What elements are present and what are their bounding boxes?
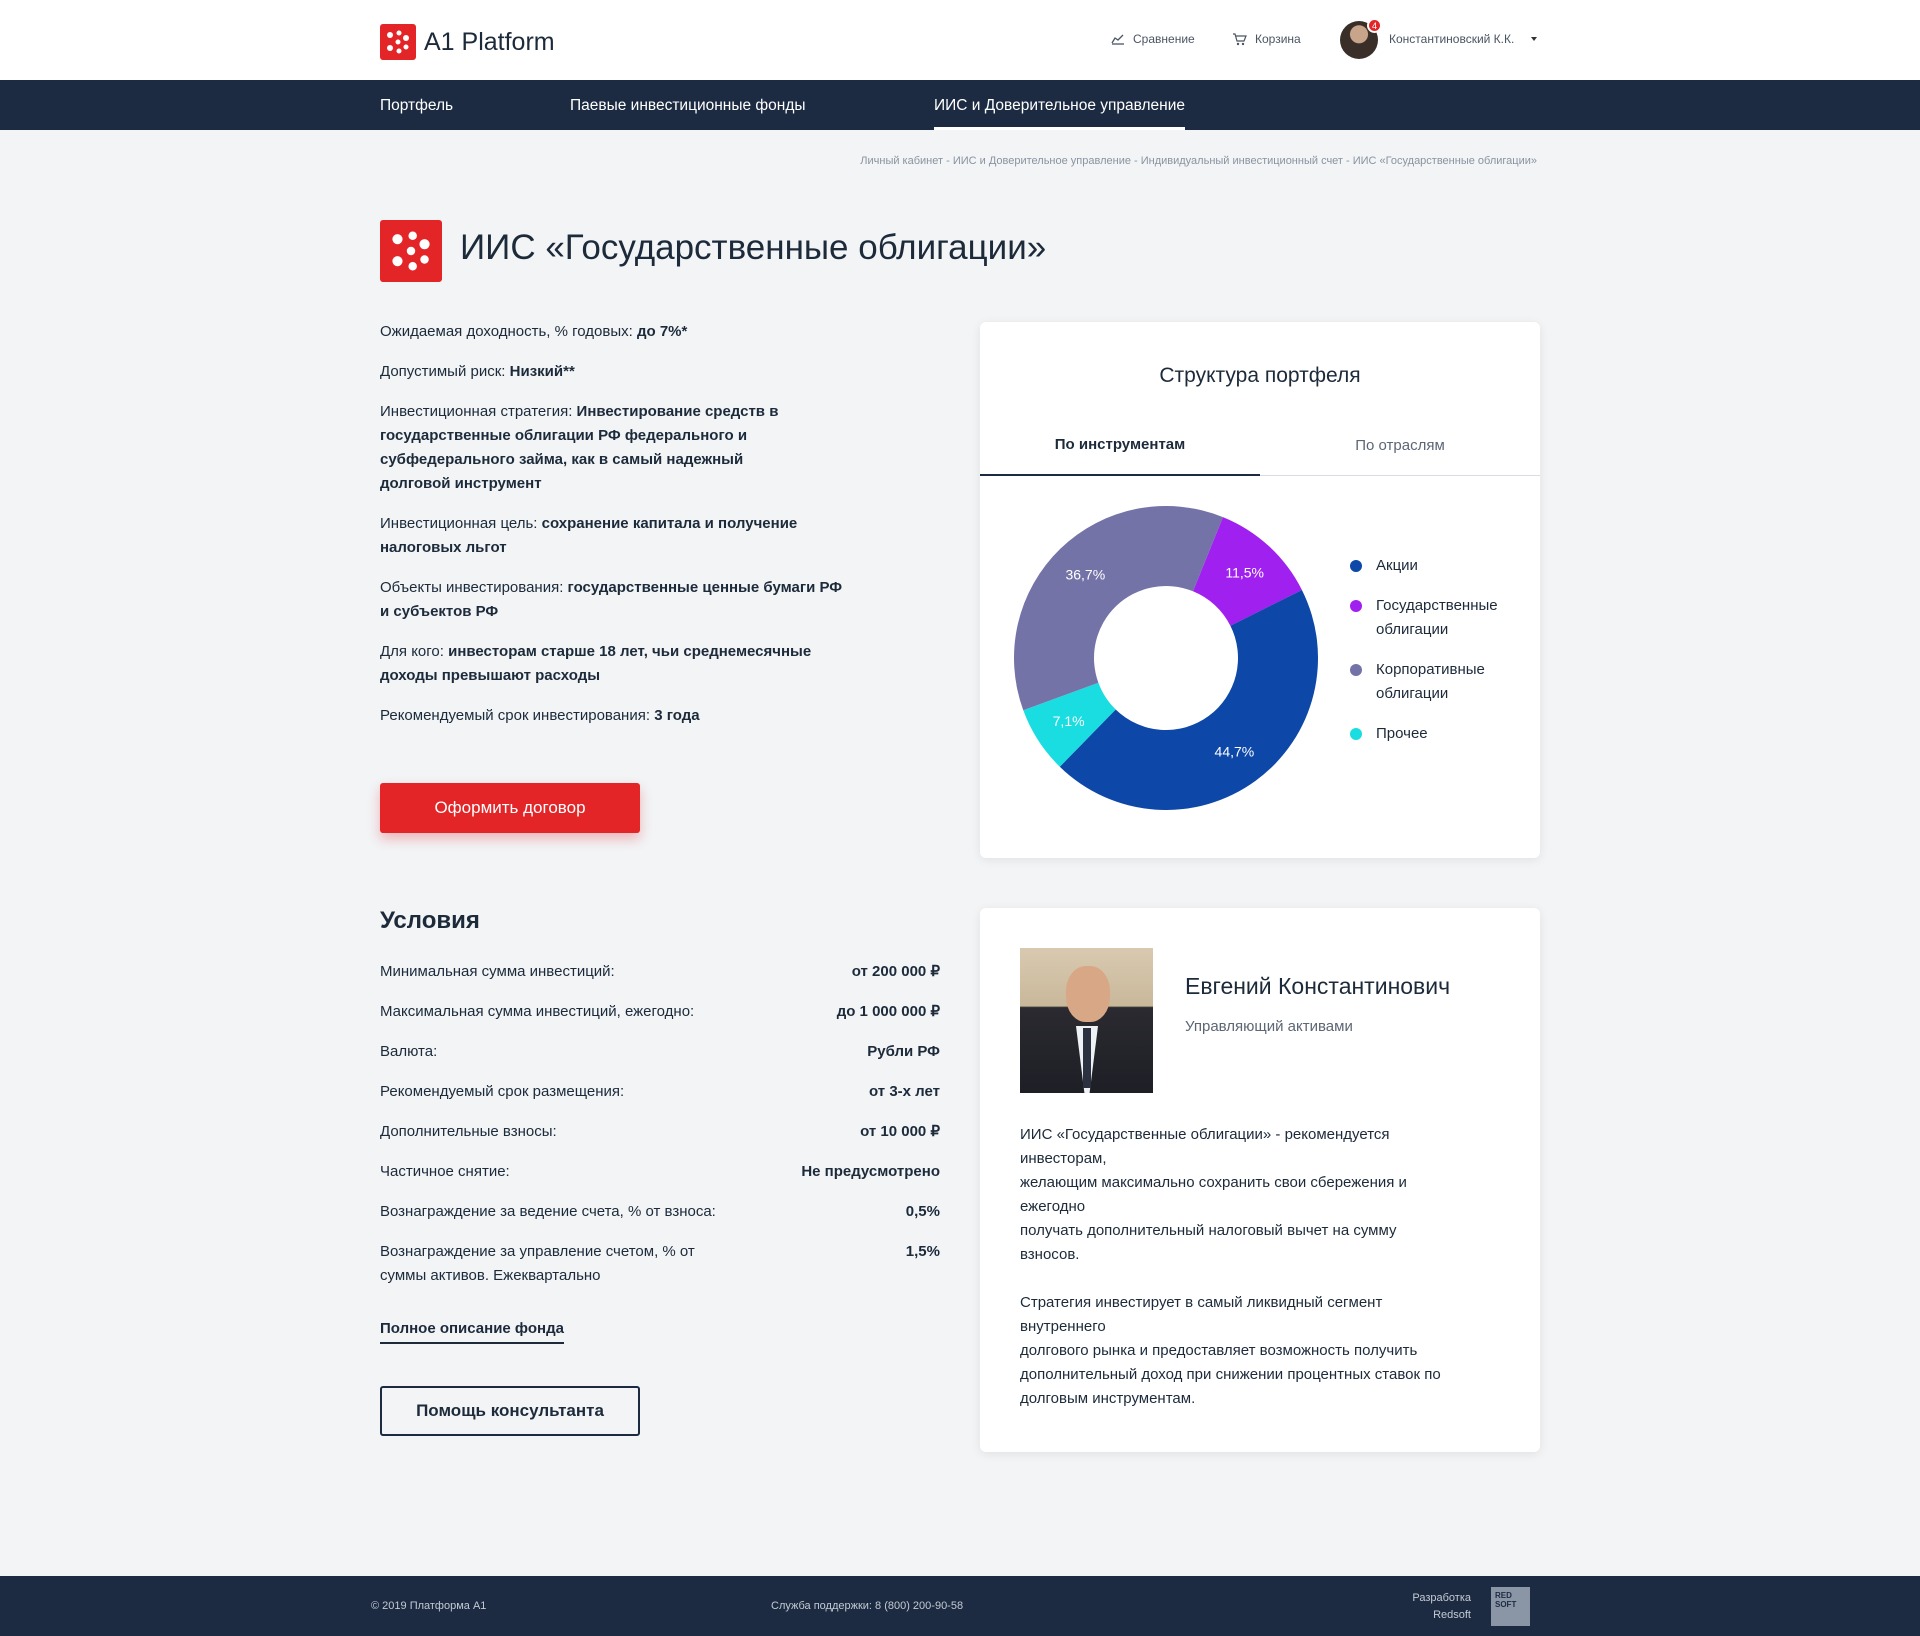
manager-paragraph-1: ИИС «Государственные облигации» - рекоме…	[1020, 1126, 1407, 1263]
developer-credit[interactable]: Разработка Redsoft	[1405, 1590, 1471, 1624]
manager-card: Евгений Константинович Управляющий актив…	[980, 908, 1540, 1452]
condition-value: до 1 000 000 ₽	[836, 1003, 940, 1020]
notification-badge[interactable]: 4	[1367, 18, 1382, 33]
manager-photo	[1020, 948, 1153, 1093]
legend-dot	[1350, 560, 1362, 572]
condition-label: Рекомендуемый срок размещения:	[380, 1083, 625, 1100]
manager-paragraph-2: Стратегия инвестирует в самый ликвидный …	[1020, 1294, 1441, 1407]
portfolio-donut-chart: 11,5% 44,7% 7,1% 36,7%	[1014, 506, 1318, 810]
condition-value: от 3-х лет	[869, 1083, 940, 1100]
contract-button[interactable]: Оформить договор	[380, 783, 640, 833]
condition-row: Валюта: Рубли РФ	[380, 1040, 940, 1064]
breadcrumb[interactable]: Личный кабинет - ИИС и Доверительное упр…	[860, 155, 1537, 167]
condition-value: от 10 000 ₽	[860, 1123, 940, 1140]
donut-slice-label: 11,5%	[1225, 565, 1264, 581]
condition-value: 0,5%	[905, 1203, 940, 1220]
legend-item: Корпоративные облигации	[1350, 658, 1530, 706]
legend-item: Прочее	[1350, 722, 1530, 746]
main-nav: Портфель Паевые инвестиционные фонды ИИС…	[0, 80, 1920, 130]
page-title: ИИС «Государственные облигации»	[460, 228, 1047, 267]
compare-link[interactable]: Сравнение	[1111, 32, 1195, 46]
donut-slice-label: 7,1%	[1053, 713, 1085, 729]
info-audience: Для кого: инвесторам старше 18 лет, чьи …	[380, 643, 812, 684]
info-objects: Объекты инвестирования: государственные …	[380, 579, 843, 620]
info-goal: Инвестиционная цель: сохранение капитала…	[380, 515, 798, 556]
portfolio-tabs: По инструментам По отраслям	[980, 414, 1540, 476]
donut-slice-label: 44,7%	[1215, 744, 1255, 760]
condition-row: Вознаграждение за ведение счета, % от вз…	[380, 1200, 940, 1224]
legend-label: Прочее	[1376, 725, 1428, 742]
condition-row: Дополнительные взносы: от 10 000 ₽	[380, 1120, 940, 1144]
condition-row: Рекомендуемый срок размещения: от 3-х лет	[380, 1080, 940, 1104]
condition-value: Не предусмотрено	[801, 1163, 940, 1180]
manager-name: Евгений Константинович	[1185, 973, 1451, 999]
condition-row: Вознаграждение за управление счетом, % о…	[380, 1240, 940, 1288]
condition-label: Вознаграждение за ведение счета, % от вз…	[380, 1203, 716, 1220]
condition-row: Частичное снятие: Не предусмотрено	[380, 1160, 940, 1184]
support-phone[interactable]: Служба поддержки: 8 (800) 200-90-58	[771, 1600, 963, 1612]
logo-icon	[380, 24, 416, 60]
portfolio-card: Структура портфеля По инструментам По от…	[980, 322, 1540, 858]
chart-legend: Акции Государственные облигации Корпоратив…	[1350, 554, 1530, 762]
condition-label: Максимальная сумма инвестиций, ежегодно:	[380, 1003, 695, 1020]
info-term: Рекомендуемый срок инвестирования: 3 год…	[380, 707, 700, 724]
portfolio-title: Структура портфеля	[1159, 364, 1361, 387]
legend-label: Государственные облигации	[1376, 597, 1498, 638]
legend-item: Государственные облигации	[1350, 594, 1530, 642]
condition-value: Рубли РФ	[867, 1043, 940, 1060]
top-header: A1 Platform Сравнение Корзина 4 Констант…	[0, 0, 1920, 80]
legend-item: Акции	[1350, 554, 1530, 578]
info-strategy: Инвестиционная стратегия: Инвестирование…	[380, 403, 779, 492]
full-description-link[interactable]: Полное описание фонда	[380, 1320, 564, 1344]
condition-row: Максимальная сумма инвестиций, ежегодно:…	[380, 1000, 940, 1024]
logo-text: A1 Platform	[424, 27, 555, 56]
logo[interactable]: A1 Platform	[380, 24, 555, 60]
cart-link[interactable]: Корзина	[1232, 32, 1301, 46]
legend-label: Акции	[1376, 557, 1418, 574]
legend-dot	[1350, 600, 1362, 612]
condition-label: Частичное снятие:	[380, 1163, 510, 1180]
chart-icon	[1111, 34, 1124, 45]
user-name[interactable]: Константиновский К.К.	[1389, 32, 1514, 46]
manager-role: Управляющий активами	[1185, 1018, 1353, 1035]
tab-instruments[interactable]: По инструментам	[980, 414, 1260, 476]
conditions-title: Условия	[380, 907, 480, 934]
fund-logo-icon	[380, 220, 442, 282]
info-yield: Ожидаемая доходность, % годовых: до 7%*	[380, 323, 688, 340]
cart-icon	[1233, 32, 1247, 45]
condition-row: Минимальная сумма инвестиций: от 200 000 …	[380, 960, 940, 984]
footer: © 2019 Платформа А1 Служба поддержки: 8 …	[0, 1576, 1920, 1636]
nav-item-portfolio[interactable]: Портфель	[380, 97, 453, 130]
condition-label: Валюта:	[380, 1043, 438, 1060]
condition-value: 1,5%	[905, 1243, 940, 1260]
condition-label: Вознаграждение за управление счетом, % о…	[380, 1243, 695, 1284]
info-risk: Допустимый риск: Низкий**	[380, 363, 575, 380]
nav-item-funds[interactable]: Паевые инвестиционные фонды	[570, 97, 806, 130]
tab-industries[interactable]: По отраслям	[1260, 414, 1540, 476]
manager-description: ИИС «Государственные облигации» - рекоме…	[1020, 1123, 1460, 1435]
nav-item-iis[interactable]: ИИС и Доверительное управление	[934, 97, 1186, 130]
condition-label: Дополнительные взносы:	[380, 1123, 557, 1140]
chevron-down-icon[interactable]	[1531, 37, 1537, 41]
legend-dot	[1350, 728, 1362, 740]
condition-value: от 200 000 ₽	[851, 963, 940, 980]
condition-label: Минимальная сумма инвестиций:	[380, 963, 615, 980]
copyright: © 2019 Платформа А1	[371, 1600, 487, 1612]
legend-label: Корпоративные облигации	[1376, 661, 1485, 702]
redsoft-logo[interactable]: RED SOFT	[1491, 1587, 1530, 1626]
legend-dot	[1350, 664, 1362, 676]
donut-slice[interactable]	[1014, 506, 1223, 711]
consultant-help-button[interactable]: Помощь консультанта	[380, 1386, 640, 1436]
donut-slice-label: 36,7%	[1065, 567, 1105, 583]
